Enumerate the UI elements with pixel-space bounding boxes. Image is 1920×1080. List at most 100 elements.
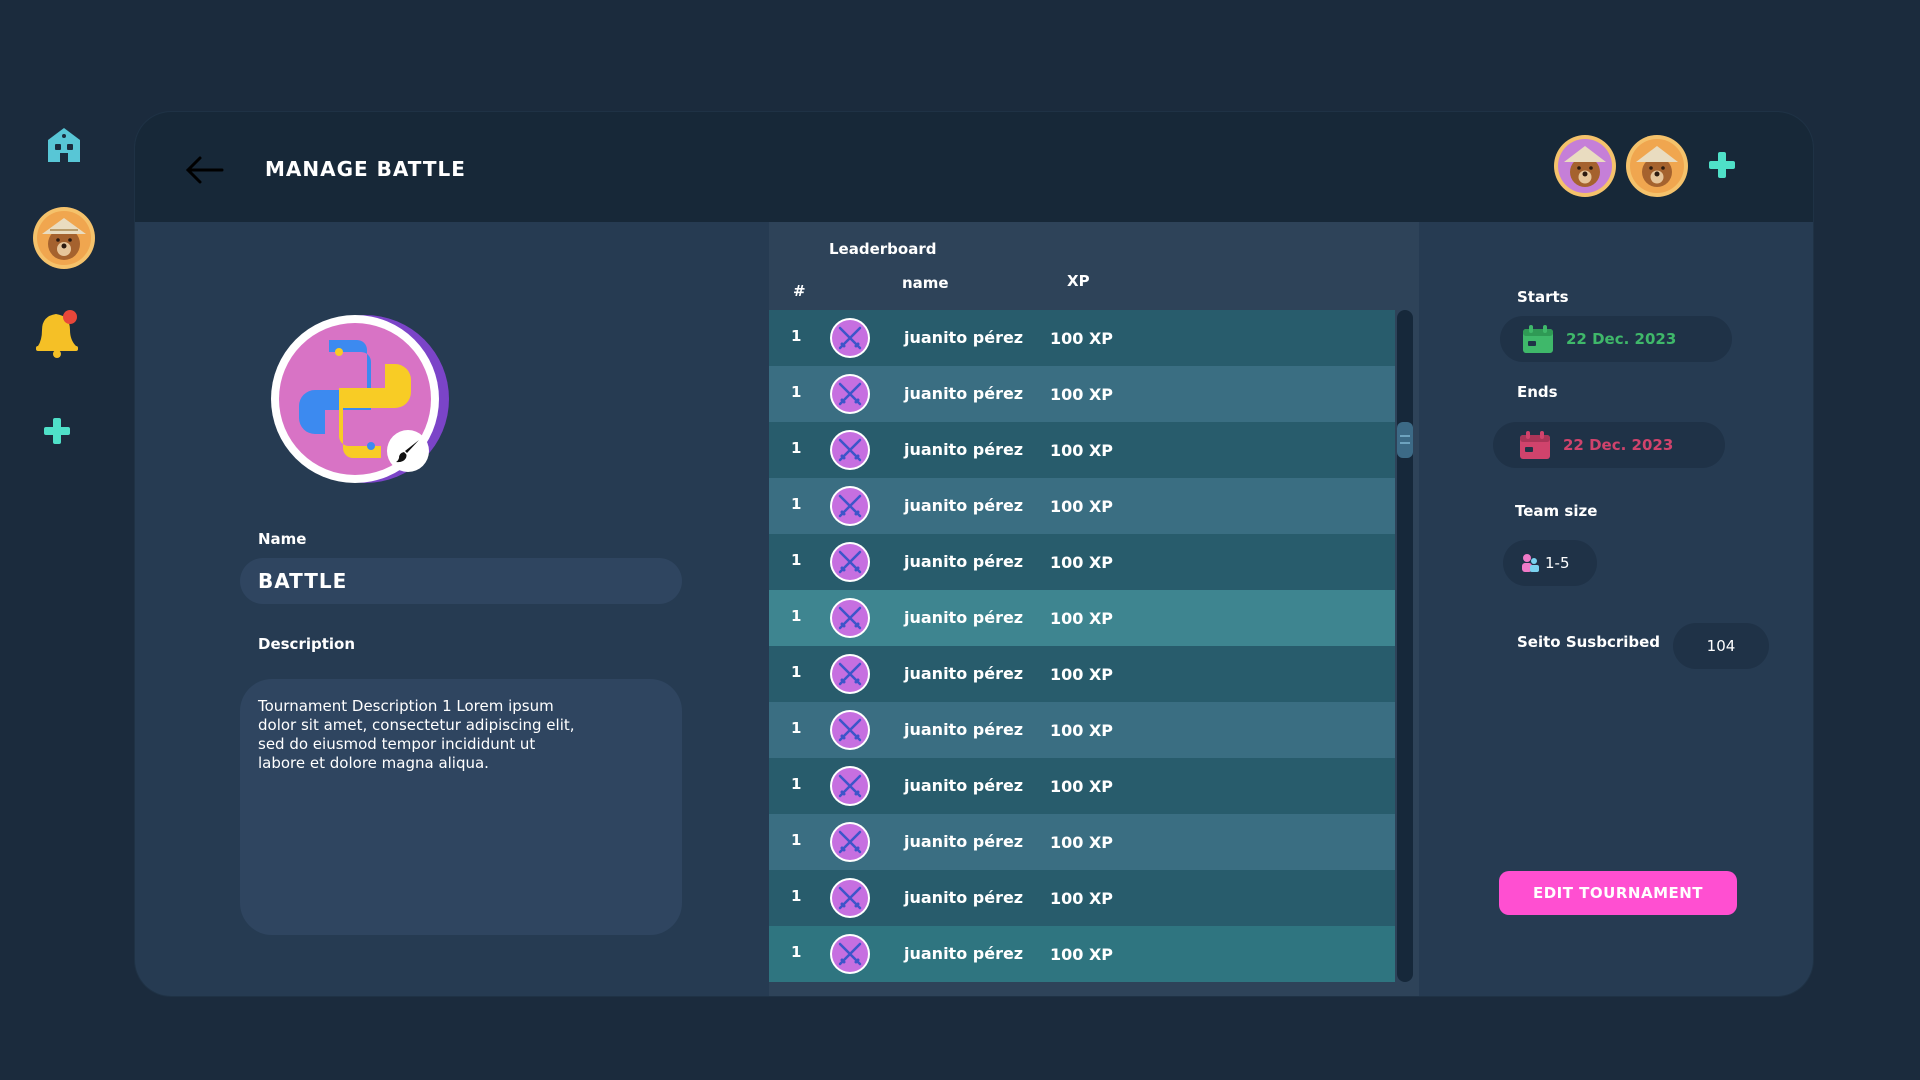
start-date-field[interactable]: 22 Dec. 2023 <box>1500 316 1732 362</box>
calendar-icon <box>1520 431 1550 459</box>
description-label: Description <box>258 635 356 653</box>
table-row[interactable]: 1 juanito pérez 100 XP <box>769 926 1395 982</box>
bear-avatar-icon <box>1626 135 1688 197</box>
table-row[interactable]: 1 juanito pérez 100 XP <box>769 310 1395 366</box>
table-row[interactable]: 1 juanito pérez 100 XP <box>769 534 1395 590</box>
calendar-icon <box>1523 325 1553 353</box>
column-header-name: name <box>902 274 949 292</box>
row-name: juanito pérez <box>904 888 1024 907</box>
row-rank: 1 <box>791 663 802 681</box>
edit-tournament-button[interactable]: EDIT TOURNAMENT <box>1499 871 1737 915</box>
swords-icon <box>830 766 870 806</box>
subscribed-count-field: 104 <box>1673 623 1769 669</box>
home-icon <box>48 128 80 162</box>
table-row[interactable]: 1 juanito pérez 100 XP <box>769 758 1395 814</box>
row-xp: 100 XP <box>1050 721 1114 740</box>
back-arrow-icon <box>185 156 224 184</box>
description-text: Tournament Description 1 Lorem ipsum dol… <box>258 697 575 772</box>
row-rank: 1 <box>791 943 802 961</box>
description-field[interactable]: Tournament Description 1 Lorem ipsum dol… <box>240 679 682 935</box>
row-xp: 100 XP <box>1050 497 1114 516</box>
row-xp: 100 XP <box>1050 441 1114 460</box>
home-button[interactable] <box>40 120 88 168</box>
team-size-field[interactable]: 1-5 <box>1503 540 1597 586</box>
row-rank: 1 <box>791 551 802 569</box>
name-label: Name <box>258 530 307 548</box>
swords-icon <box>830 934 870 974</box>
row-name: juanito pérez <box>904 328 1024 347</box>
swords-icon <box>830 542 870 582</box>
manage-battle-card: MANAGE BATTLE Name BATTLE Description To… <box>135 112 1813 996</box>
swords-icon <box>830 430 870 470</box>
row-name: juanito pérez <box>904 664 1024 683</box>
row-xp: 100 XP <box>1050 889 1114 908</box>
battle-logo[interactable] <box>263 306 453 496</box>
add-button[interactable] <box>40 414 74 448</box>
team-icon <box>1522 554 1539 572</box>
row-name: juanito pérez <box>904 776 1024 795</box>
page-title: MANAGE BATTLE <box>265 157 466 181</box>
table-row[interactable]: 1 juanito pérez 100 XP <box>769 478 1395 534</box>
profile-avatar[interactable] <box>32 206 96 270</box>
subscribed-label: Seito Susbcribed <box>1517 633 1661 651</box>
brush-icon <box>396 440 419 463</box>
row-name: juanito pérez <box>904 496 1024 515</box>
card-header: MANAGE BATTLE <box>135 112 1813 222</box>
row-name: juanito pérez <box>904 440 1024 459</box>
row-name: juanito pérez <box>904 832 1024 851</box>
swords-icon <box>830 654 870 694</box>
table-row[interactable]: 1 juanito pérez 100 XP <box>769 422 1395 478</box>
row-rank: 1 <box>791 439 802 457</box>
bear-avatar-icon <box>1554 135 1616 197</box>
leaderboard-scrollbar[interactable] <box>1397 310 1413 982</box>
row-rank: 1 <box>791 607 802 625</box>
swords-icon <box>830 822 870 862</box>
swords-icon <box>830 878 870 918</box>
edit-logo-button[interactable] <box>387 430 429 472</box>
row-rank: 1 <box>791 831 802 849</box>
row-name: juanito pérez <box>904 552 1024 571</box>
swords-icon <box>830 598 870 638</box>
table-row[interactable]: 1 juanito pérez 100 XP <box>769 590 1395 646</box>
table-row[interactable]: 1 juanito pérez 100 XP <box>769 366 1395 422</box>
start-date: 22 Dec. 2023 <box>1566 330 1677 348</box>
row-name: juanito pérez <box>904 384 1024 403</box>
add-participant-button[interactable] <box>1707 150 1741 184</box>
participant-avatar[interactable] <box>1625 134 1689 198</box>
row-xp: 100 XP <box>1050 385 1114 404</box>
row-rank: 1 <box>791 327 802 345</box>
python-logo <box>271 315 449 483</box>
swords-icon <box>830 486 870 526</box>
end-date-field[interactable]: 22 Dec. 2023 <box>1493 422 1725 468</box>
swords-icon <box>830 318 870 358</box>
row-xp: 100 XP <box>1050 553 1114 572</box>
end-date: 22 Dec. 2023 <box>1563 436 1674 454</box>
column-header-xp: XP <box>1067 272 1090 290</box>
leaderboard-title: Leaderboard <box>829 240 937 258</box>
column-header-rank: # <box>793 282 806 300</box>
row-rank: 1 <box>791 495 802 513</box>
swords-icon <box>830 374 870 414</box>
back-button[interactable] <box>180 150 228 190</box>
swords-icon <box>830 710 870 750</box>
team-size-value: 1-5 <box>1545 554 1570 572</box>
row-xp: 100 XP <box>1050 777 1114 796</box>
table-row[interactable]: 1 juanito pérez 100 XP <box>769 702 1395 758</box>
leaderboard-list: 1 juanito pérez 100 XP 1 juanito pérez 100 XP… <box>769 310 1395 982</box>
side-nav <box>0 0 130 1080</box>
bear-avatar-icon <box>33 207 95 269</box>
notifications-button[interactable] <box>30 304 84 360</box>
row-name: juanito pérez <box>904 608 1024 627</box>
ends-label: Ends <box>1517 383 1558 401</box>
table-row[interactable]: 1 juanito pérez 100 XP <box>769 814 1395 870</box>
participant-avatar[interactable] <box>1553 134 1617 198</box>
table-row[interactable]: 1 juanito pérez 100 XP <box>769 646 1395 702</box>
name-field[interactable]: BATTLE <box>240 558 682 604</box>
row-rank: 1 <box>791 383 802 401</box>
table-row[interactable]: 1 juanito pérez 100 XP <box>769 870 1395 926</box>
team-size-label: Team size <box>1515 502 1598 520</box>
scrollbar-thumb[interactable] <box>1397 422 1413 458</box>
row-xp: 100 XP <box>1050 329 1114 348</box>
row-rank: 1 <box>791 775 802 793</box>
bell-icon <box>36 310 78 358</box>
